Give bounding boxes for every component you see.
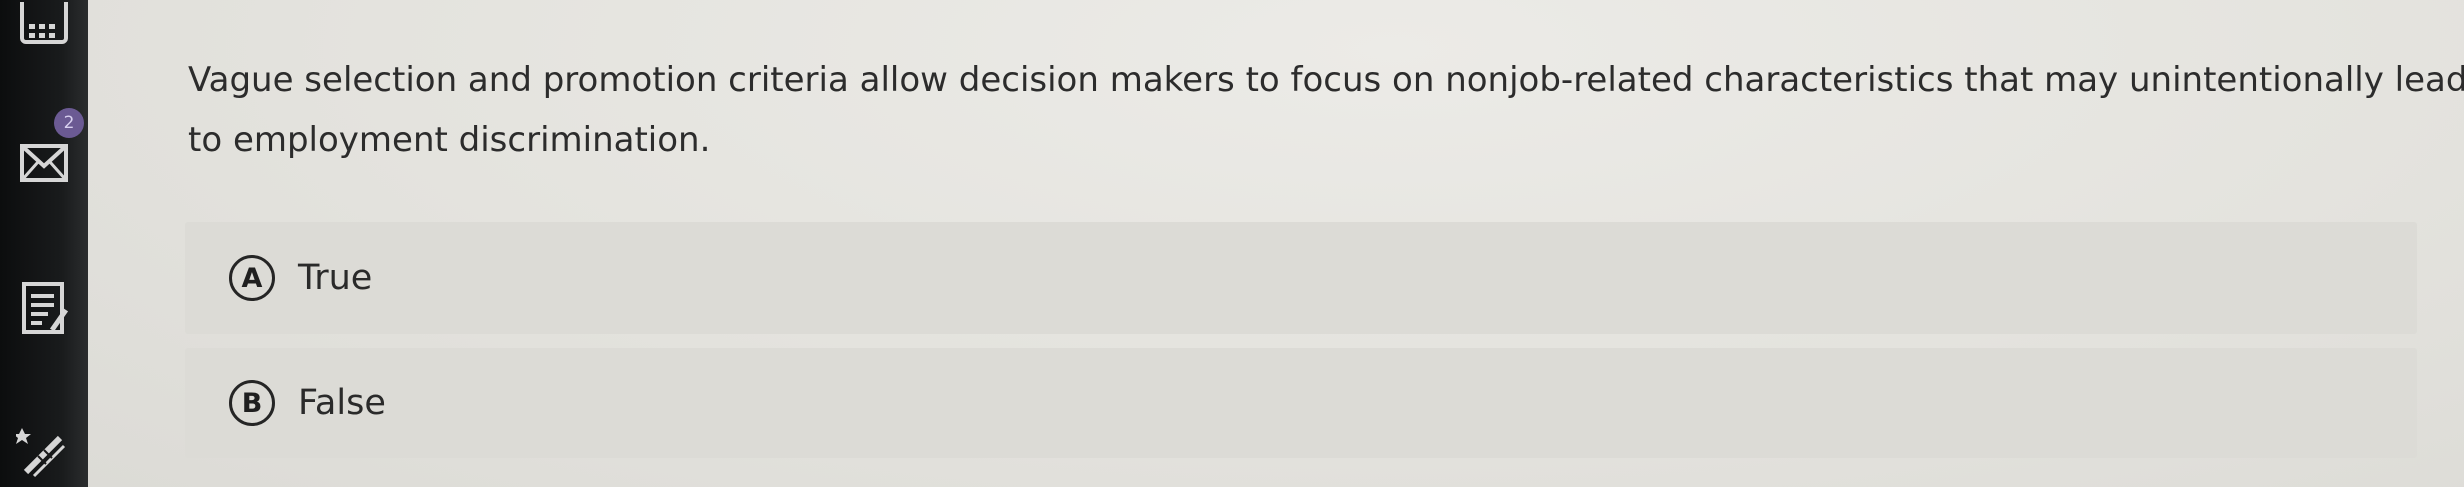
notification-badge: 2 <box>54 108 84 138</box>
tools-icon[interactable] <box>14 418 76 480</box>
main-content: Vague selection and promotion criteria a… <box>88 0 2464 487</box>
option-a-letter: A <box>229 255 275 301</box>
option-b-label: False <box>298 383 386 423</box>
mail-icon[interactable] <box>14 130 76 192</box>
option-a[interactable]: A True <box>185 222 2417 334</box>
option-b[interactable]: B False <box>185 348 2417 458</box>
sidebar: 2 <box>0 0 88 487</box>
calendar-icon[interactable] <box>14 0 76 62</box>
question-text: Vague selection and promotion criteria a… <box>188 60 2464 160</box>
option-a-label: True <box>298 258 373 298</box>
option-b-letter: B <box>229 380 275 426</box>
notes-icon[interactable] <box>14 278 76 340</box>
